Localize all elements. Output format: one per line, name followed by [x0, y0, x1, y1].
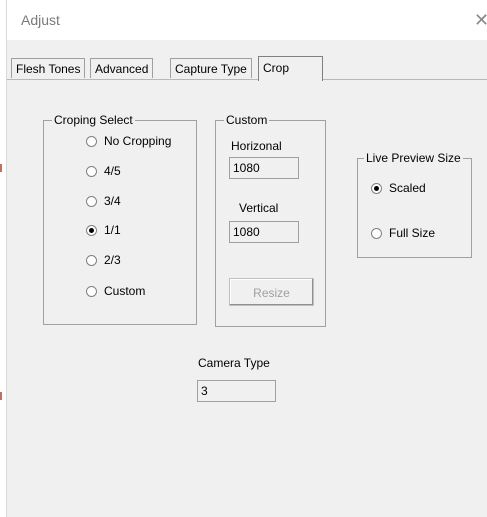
radio-label: Full Size	[389, 226, 436, 240]
tab-flesh-tones[interactable]: Flesh Tones	[11, 58, 86, 78]
background-edge-mark	[0, 164, 2, 172]
radio-label: 1/1	[104, 223, 121, 237]
resize-button[interactable]: Resize	[229, 278, 314, 306]
cropping-select-group: Croping Select No Cropping 4/5 3/4 1/1 2…	[43, 113, 197, 325]
cropping-select-legend: Croping Select	[52, 113, 135, 127]
background-edge-mark	[0, 392, 2, 400]
live-preview-size-group: Live Preview Size Scaled Full Size	[357, 151, 472, 258]
tab-capture-type[interactable]: Capture Type	[170, 58, 252, 78]
tab-strip: Flesh Tones Advanced Capture Type Crop	[7, 56, 487, 81]
crop-option-1-1[interactable]: 1/1	[86, 223, 121, 237]
radio-label: 4/5	[104, 164, 121, 178]
tab-crop[interactable]: Crop	[258, 56, 323, 81]
crop-option-4-5[interactable]: 4/5	[86, 164, 121, 178]
radio-label: 3/4	[104, 194, 121, 208]
window-title: Adjust	[21, 12, 60, 28]
live-preview-size-legend: Live Preview Size	[364, 151, 463, 165]
crop-option-custom[interactable]: Custom	[86, 284, 145, 298]
crop-option-2-3[interactable]: 2/3	[86, 253, 121, 267]
preview-option-full-size[interactable]: Full Size	[371, 226, 435, 240]
horizontal-field[interactable]: 1080	[229, 157, 299, 179]
tab-pane-border	[7, 79, 487, 80]
custom-size-group: Custom Horizonal 1080 Vertical 1080 Resi…	[215, 113, 326, 327]
tab-advanced[interactable]: Advanced	[90, 58, 154, 78]
vertical-label: Vertical	[239, 201, 279, 215]
radio-label: 2/3	[104, 253, 121, 267]
adjust-dialog: Adjust ✕ Flesh Tones Advanced Capture Ty…	[6, 0, 487, 517]
title-bar: Adjust ✕	[7, 0, 487, 40]
radio-button-checked[interactable]	[371, 182, 382, 194]
radio-button[interactable]	[86, 254, 97, 266]
close-icon[interactable]: ✕	[474, 10, 487, 30]
radio-label: Custom	[104, 284, 146, 298]
preview-option-scaled[interactable]: Scaled	[371, 181, 426, 195]
custom-legend: Custom	[224, 113, 270, 127]
radio-label: No Cropping	[104, 134, 172, 148]
crop-option-no-cropping[interactable]: No Cropping	[86, 134, 171, 148]
radio-button[interactable]	[86, 135, 97, 147]
radio-button-checked[interactable]	[86, 224, 97, 236]
camera-type-label: Camera Type	[198, 356, 270, 370]
radio-button[interactable]	[86, 285, 97, 297]
camera-type-field[interactable]: 3	[197, 380, 276, 402]
radio-button[interactable]	[371, 227, 382, 239]
horizontal-label: Horizonal	[231, 139, 282, 153]
radio-label: Scaled	[389, 181, 426, 195]
radio-dot	[89, 227, 94, 233]
radio-button[interactable]	[86, 165, 97, 177]
vertical-field[interactable]: 1080	[229, 221, 299, 243]
radio-dot	[374, 185, 379, 191]
crop-option-3-4[interactable]: 3/4	[86, 194, 121, 208]
radio-button[interactable]	[86, 195, 97, 207]
